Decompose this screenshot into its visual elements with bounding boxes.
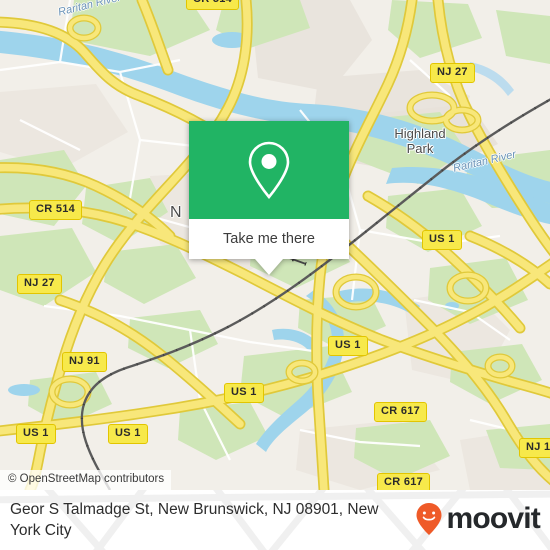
map-canvas[interactable]: Raritan River Raritan River Highland Par…	[0, 0, 550, 490]
destination-popup[interactable]: Take me there	[189, 121, 349, 275]
road-shield-us-1-bottomleft[interactable]: US 1	[108, 424, 148, 444]
moovit-wordmark: moovit	[446, 502, 540, 535]
road-shield-nj-27-north[interactable]: NJ 27	[430, 63, 475, 83]
road-shield-us-1-center[interactable]: US 1	[328, 336, 368, 356]
popup-action-row[interactable]: Take me there	[189, 219, 349, 259]
road-shield-cr-617-lower[interactable]: CR 617	[377, 473, 431, 490]
road-shield-us-1-lower[interactable]: US 1	[224, 383, 264, 403]
place-label-highland-park: Highland Park	[394, 126, 446, 156]
footer-bar: Geor S Talmadge St, New Brunswick, NJ 08…	[0, 490, 550, 550]
popup-tail-arrow	[255, 259, 283, 275]
road-shield-nj-91[interactable]: NJ 91	[62, 352, 107, 372]
moovit-map-screenshot: Raritan River Raritan River Highland Par…	[0, 0, 550, 550]
osm-attribution[interactable]: © OpenStreetMap contributors	[0, 470, 172, 490]
location-pin-icon	[248, 141, 290, 200]
osm-attribution-text: © OpenStreetMap contributors	[8, 473, 165, 485]
road-shield-top-cut[interactable]: CR 514	[186, 0, 240, 10]
road-shield-cr-514[interactable]: CR 514	[29, 200, 83, 220]
place-label-new-brunswick: N	[170, 204, 182, 221]
road-shield-nj-18[interactable]: NJ 18	[519, 438, 550, 458]
moovit-logo[interactable]: moovit	[415, 490, 550, 536]
take-me-there-label: Take me there	[223, 231, 315, 247]
road-shield-us-1-east[interactable]: US 1	[422, 230, 462, 250]
road-shield-us-1-left[interactable]: US 1	[16, 424, 56, 444]
road-shield-nj-27-west[interactable]: NJ 27	[17, 274, 62, 294]
moovit-pin-icon	[416, 503, 442, 535]
destination-address: Geor S Talmadge St, New Brunswick, NJ 08…	[10, 501, 379, 539]
popup-header	[189, 121, 349, 219]
road-shield-cr-617-upper[interactable]: CR 617	[374, 402, 428, 422]
